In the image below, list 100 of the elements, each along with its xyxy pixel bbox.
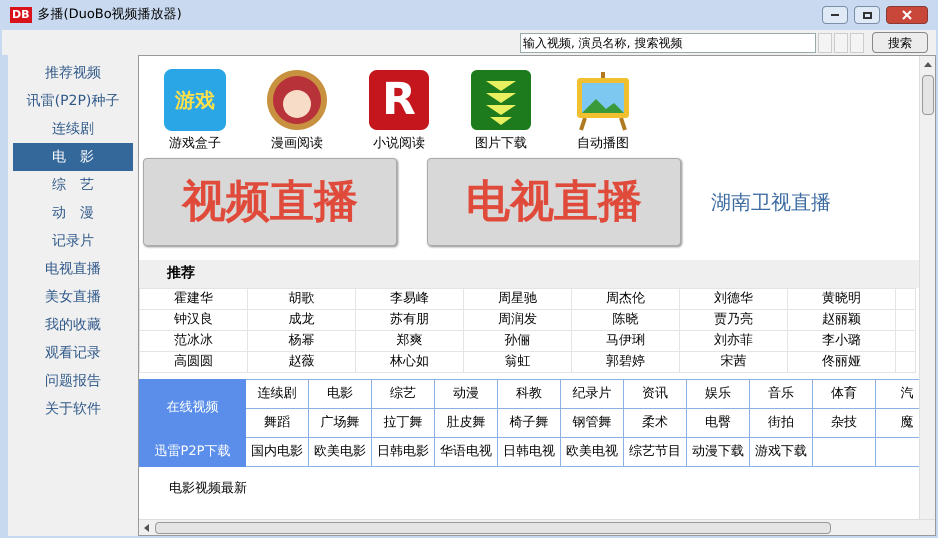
category-link[interactable]: 日韩电视 [498, 437, 560, 466]
actor-link[interactable]: 郭碧婷 [572, 351, 680, 372]
category-link[interactable]: 日韩电影 [372, 437, 434, 466]
app-label[interactable]: 图片下载 [475, 134, 527, 154]
sidebar-item[interactable]: 观看记录 [8, 339, 138, 367]
category-link[interactable]: 动漫 [434, 379, 498, 408]
sidebar-item[interactable]: 连续剧 [8, 115, 138, 143]
sidebar-item[interactable]: 推荐视频 [8, 59, 138, 87]
category-link[interactable]: 游戏下载 [750, 437, 812, 466]
sidebar-item[interactable]: 讯雷(P2P)种子 [8, 87, 138, 115]
category-link[interactable]: 动漫下载 [686, 437, 750, 466]
actor-link[interactable]: 马伊琍 [572, 330, 680, 351]
app-label[interactable]: 游戏盒子 [169, 134, 221, 154]
sidebar-item[interactable]: 综 艺 [8, 171, 138, 199]
actor-link[interactable]: 林心如 [356, 351, 464, 372]
search-button[interactable]: 搜索 [872, 32, 928, 53]
section-title: 电影视频最新 [168, 480, 248, 498]
category-link[interactable]: 华语电视 [434, 437, 498, 466]
actor-link[interactable]: 佟丽娅 [788, 351, 896, 372]
close-icon [902, 10, 912, 20]
actor-link[interactable]: 黄晓明 [788, 288, 896, 309]
actor-link[interactable]: 郑爽 [356, 330, 464, 351]
actor-link[interactable]: 陈晓 [572, 309, 680, 330]
toolbar-toggle[interactable] [818, 32, 832, 52]
actor-link[interactable]: 李小璐 [788, 330, 896, 351]
category-link[interactable]: 欧美电视 [560, 437, 624, 466]
toolbar-toggle[interactable] [850, 32, 864, 52]
category-link[interactable]: 街拍 [750, 408, 812, 437]
scroll-up-icon[interactable] [924, 61, 932, 67]
sidebar-item[interactable]: 动 漫 [8, 199, 138, 227]
scrollbar-thumb[interactable] [155, 522, 831, 534]
search-field[interactable]: 输入视频, 演员名称, 搜索视频 [520, 32, 816, 52]
category-link[interactable]: 柔术 [624, 408, 686, 437]
sidebar-item[interactable]: 问题报告 [8, 367, 138, 395]
actor-link[interactable]: 胡歌 [248, 288, 356, 309]
actor-link[interactable]: 周星驰 [464, 288, 572, 309]
actor-link[interactable]: 周杰伦 [572, 288, 680, 309]
category-link[interactable]: 肚皮舞 [434, 408, 498, 437]
actor-link[interactable]: 霍建华 [140, 288, 248, 309]
minimize-button[interactable] [822, 6, 848, 24]
close-button[interactable] [886, 6, 928, 24]
sidebar-item[interactable]: 记录片 [8, 227, 138, 255]
category-link[interactable]: 综艺节目 [624, 437, 686, 466]
category-link[interactable]: 国内电影 [246, 437, 308, 466]
window-title: 多播(DuoBo视频播放器) [38, 6, 182, 24]
actor-link[interactable]: 刘德华 [680, 288, 788, 309]
actor-link[interactable]: 孙俪 [464, 330, 572, 351]
actor-link[interactable]: 赵丽颖 [788, 309, 896, 330]
scroll-left-icon[interactable] [143, 524, 149, 532]
actor-link[interactable]: 李易峰 [356, 288, 464, 309]
scrollbar-thumb[interactable] [922, 75, 934, 115]
category-link[interactable]: 舞蹈 [246, 408, 308, 437]
sidebar-item[interactable]: 电 影 [13, 143, 133, 171]
toolbar-toggle[interactable] [834, 32, 848, 52]
vertical-scrollbar[interactable] [919, 56, 935, 519]
category-link[interactable]: 连续剧 [246, 379, 308, 408]
app-label[interactable]: 漫画阅读 [271, 134, 323, 154]
category-link[interactable]: 电影 [308, 379, 372, 408]
maximize-button[interactable] [854, 6, 880, 24]
sidebar-item[interactable]: 电视直播 [8, 255, 138, 283]
actor-link[interactable]: 宋茜 [680, 351, 788, 372]
app-logo: DB [10, 7, 32, 23]
sidebar-item[interactable]: 关于软件 [8, 395, 138, 423]
category-link[interactable]: 科教 [498, 379, 560, 408]
actor-link[interactable]: 成龙 [248, 309, 356, 330]
actor-link[interactable]: 翁虹 [464, 351, 572, 372]
horizontal-scrollbar[interactable] [139, 519, 935, 535]
sidebar-item[interactable]: 美女直播 [8, 283, 138, 311]
app-label[interactable]: 小说阅读 [373, 134, 425, 154]
category-link[interactable]: 钢管舞 [560, 408, 624, 437]
category-link[interactable]: 综艺 [372, 379, 434, 408]
actor-link[interactable]: 赵薇 [248, 351, 356, 372]
actor-link[interactable]: 苏有朋 [356, 309, 464, 330]
actor-link[interactable]: 刘亦菲 [680, 330, 788, 351]
letter-icon-text: R [382, 78, 416, 122]
actor-link[interactable]: 钟汉良 [140, 309, 248, 330]
category-link[interactable]: 电臀 [686, 408, 750, 437]
category-link[interactable]: 拉丁舞 [372, 408, 434, 437]
category-link[interactable]: 杂技 [812, 408, 876, 437]
section-header: 推荐 [139, 260, 919, 288]
category-link[interactable]: 广场舞 [308, 408, 372, 437]
app-label[interactable]: 自动播图 [577, 134, 629, 154]
letter-icon[interactable]: R [369, 70, 429, 130]
category-link[interactable]: 体育 [812, 379, 876, 408]
category-link[interactable]: 资讯 [624, 379, 686, 408]
category-link[interactable]: 欧美电影 [308, 437, 372, 466]
category-link[interactable]: 椅子舞 [498, 408, 560, 437]
tv-live-link[interactable]: 湖南卫视直播 [711, 186, 831, 216]
cartoon-avatar-icon[interactable] [265, 68, 329, 132]
actor-link[interactable]: 周润发 [464, 309, 572, 330]
sidebar-item[interactable]: 我的收藏 [8, 311, 138, 339]
category-heading: 迅雷P2P下载 [140, 437, 246, 466]
category-link[interactable]: 纪录片 [560, 379, 624, 408]
category-link[interactable]: 娱乐 [686, 379, 750, 408]
category-link[interactable]: 音乐 [750, 379, 812, 408]
actor-link[interactable]: 贾乃亮 [680, 309, 788, 330]
actor-link[interactable]: 高圆圆 [140, 351, 248, 372]
actor-link[interactable]: 范冰冰 [140, 330, 248, 351]
actor-link[interactable]: 杨幂 [248, 330, 356, 351]
download-arrows-icon[interactable] [470, 69, 532, 131]
